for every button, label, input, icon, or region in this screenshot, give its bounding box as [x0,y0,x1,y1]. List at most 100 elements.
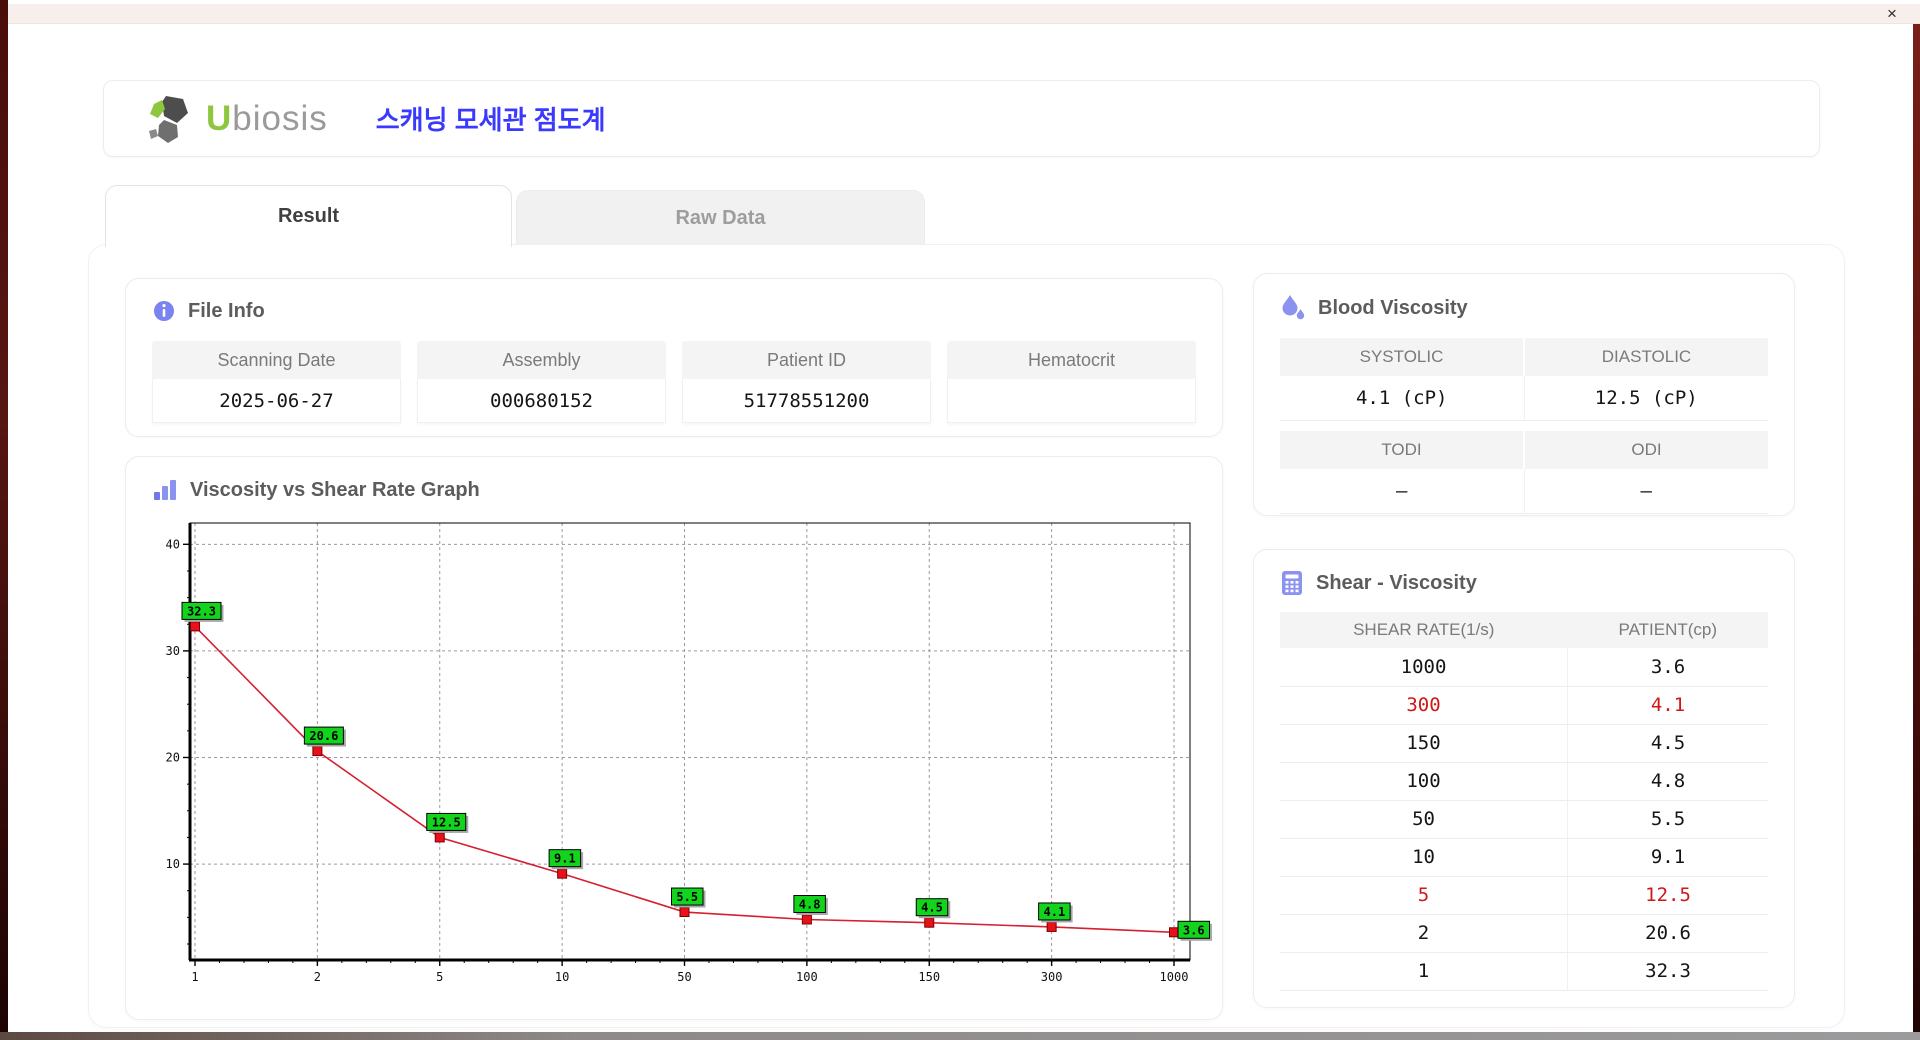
bar-chart-icon [154,480,176,500]
svg-text:10: 10 [555,970,569,984]
svg-text:4.1: 4.1 [1044,905,1066,919]
viscosity-graph-card: Viscosity vs Shear Rate Graph 10 20 30 40 1 2… [125,456,1223,1020]
field-hematocrit: Hematocrit [947,341,1196,423]
svg-text:20.6: 20.6 [309,729,338,743]
bv-header-systolic: SYSTOLIC [1280,338,1523,376]
graph-title: Viscosity vs Shear Rate Graph [190,478,480,501]
ubiosis-logo-icon [149,95,188,143]
window-edge-left [0,0,8,1032]
shear-rate-cell: 300 [1280,686,1568,725]
field-label: Patient ID [682,341,931,379]
shear-rate-cell: 100 [1280,762,1568,801]
table-row: 5 12.5 [1280,876,1768,915]
svg-text:4.5: 4.5 [921,901,943,915]
svg-text:1: 1 [191,970,198,984]
svg-text:32.3: 32.3 [187,604,216,618]
file-info-title: File Info [188,299,265,322]
svg-text:10: 10 [166,857,180,871]
table-row: 10 9.1 [1280,838,1768,877]
svg-text:40: 40 [166,537,180,551]
tab-raw-data[interactable]: Raw Data [516,190,925,244]
bv-header-diastolic: DIASTOLIC [1523,338,1768,376]
field-value [947,379,1196,423]
bv-value-systolic: 4.1 (cP) [1280,376,1524,421]
table-row: 150 4.5 [1280,724,1768,763]
field-value: 2025-06-27 [152,379,401,423]
bv-header-odi: ODI [1523,431,1768,469]
svg-text:20: 20 [166,750,180,764]
logo-u: U [206,98,233,138]
info-icon [154,301,174,321]
patient-cell: 4.5 [1567,724,1768,763]
table-row: 1000 3.6 [1280,648,1768,687]
table-row: 300 4.1 [1280,686,1768,725]
tab-result[interactable]: Result [105,185,512,247]
patient-cell: 32.3 [1567,952,1768,991]
bv-header-todi: TODI [1280,431,1523,469]
patient-cell: 3.6 [1567,648,1768,687]
viscosity-chart: 10 20 30 40 1 2 5 10 50 100 150 300 1000 32.3 20.6 12.5… [126,515,1222,997]
shear-viscosity-table: SHEAR RATE(1/s) PATIENT(cp) 1000 3.6 300 4… [1280,612,1768,991]
shear-viscosity-title: Shear - Viscosity [1316,571,1477,594]
patient-cell: 5.5 [1567,800,1768,839]
field-label: Hematocrit [947,341,1196,379]
shear-rate-cell: 150 [1280,724,1568,763]
shear-viscosity-card: Shear - Viscosity SHEAR RATE(1/s) PATIEN… [1253,549,1795,1008]
field-value: 51778551200 [682,379,931,423]
shear-rate-cell: 10 [1280,838,1568,877]
column-header-patient: PATIENT(cp) [1567,612,1768,648]
bv-value-todi: – [1280,469,1524,514]
shear-rate-cell: 1000 [1280,648,1568,687]
bv-value-diastolic: 12.5 (cP) [1523,376,1768,421]
field-scanning-date: Scanning Date 2025-06-27 [152,341,401,423]
svg-text:1000: 1000 [1160,970,1189,984]
viscosity-chart-svg: 10 20 30 40 1 2 5 10 50 100 150 300 1000 32.3 20.6 12.5… [166,522,1212,984]
ubiosis-logo: Ubiosis [142,92,328,146]
svg-text:3.6: 3.6 [1183,923,1205,937]
svg-text:2: 2 [314,970,321,984]
shear-rate-cell: 2 [1280,914,1568,953]
svg-text:300: 300 [1041,970,1063,984]
table-row: 1 32.3 [1280,952,1768,991]
field-label: Assembly [417,341,666,379]
svg-text:150: 150 [918,970,940,984]
page-title: 스캐닝 모세관 점도계 [375,105,606,135]
patient-cell: 4.1 [1567,686,1768,725]
table-row: 2 20.6 [1280,914,1768,953]
column-header-shear-rate: SHEAR RATE(1/s) [1280,612,1568,648]
svg-text:30: 30 [166,644,180,658]
header-card: Ubiosis 스캐닝 모세관 점도계 [103,80,1820,157]
field-label: Scanning Date [152,341,401,379]
logo-text: Ubiosis [206,99,328,139]
window-edge-bottom [0,1032,1920,1040]
field-assembly: Assembly 000680152 [417,341,666,423]
blood-viscosity-title: Blood Viscosity [1318,296,1468,319]
svg-text:50: 50 [677,970,691,984]
close-icon[interactable]: × [1882,4,1902,24]
svg-text:100: 100 [796,970,818,984]
window-edge-right [1913,20,1920,1032]
blood-viscosity-card: Blood Viscosity SYSTOLIC DIASTOLIC 4.1 (… [1253,273,1795,516]
patient-cell: 4.8 [1567,762,1768,801]
svg-text:9.1: 9.1 [554,852,576,866]
field-value: 000680152 [417,379,666,423]
svg-text:5.5: 5.5 [676,890,698,904]
field-patient-id: Patient ID 51778551200 [682,341,931,423]
app-window: Ubiosis 스캐닝 모세관 점도계 Result Raw Data File… [8,24,1913,1032]
table-row: 100 4.8 [1280,762,1768,801]
logo-rest: biosis [232,98,328,138]
table-row: 50 5.5 [1280,800,1768,839]
shear-rate-cell: 5 [1280,876,1568,915]
svg-text:5: 5 [436,970,443,984]
titlebar: × [8,4,1920,24]
shear-rate-cell: 1 [1280,952,1568,991]
svg-text:12.5: 12.5 [432,815,461,829]
bv-value-odi: – [1523,469,1768,514]
svg-text:4.8: 4.8 [799,897,821,911]
patient-cell: 12.5 [1567,876,1768,915]
calculator-icon [1282,571,1302,595]
droplets-icon [1282,295,1305,320]
patient-cell: 9.1 [1567,838,1768,877]
file-info-card: File Info Scanning Date 2025-06-27 Assem… [125,278,1223,437]
shear-rate-cell: 50 [1280,800,1568,839]
